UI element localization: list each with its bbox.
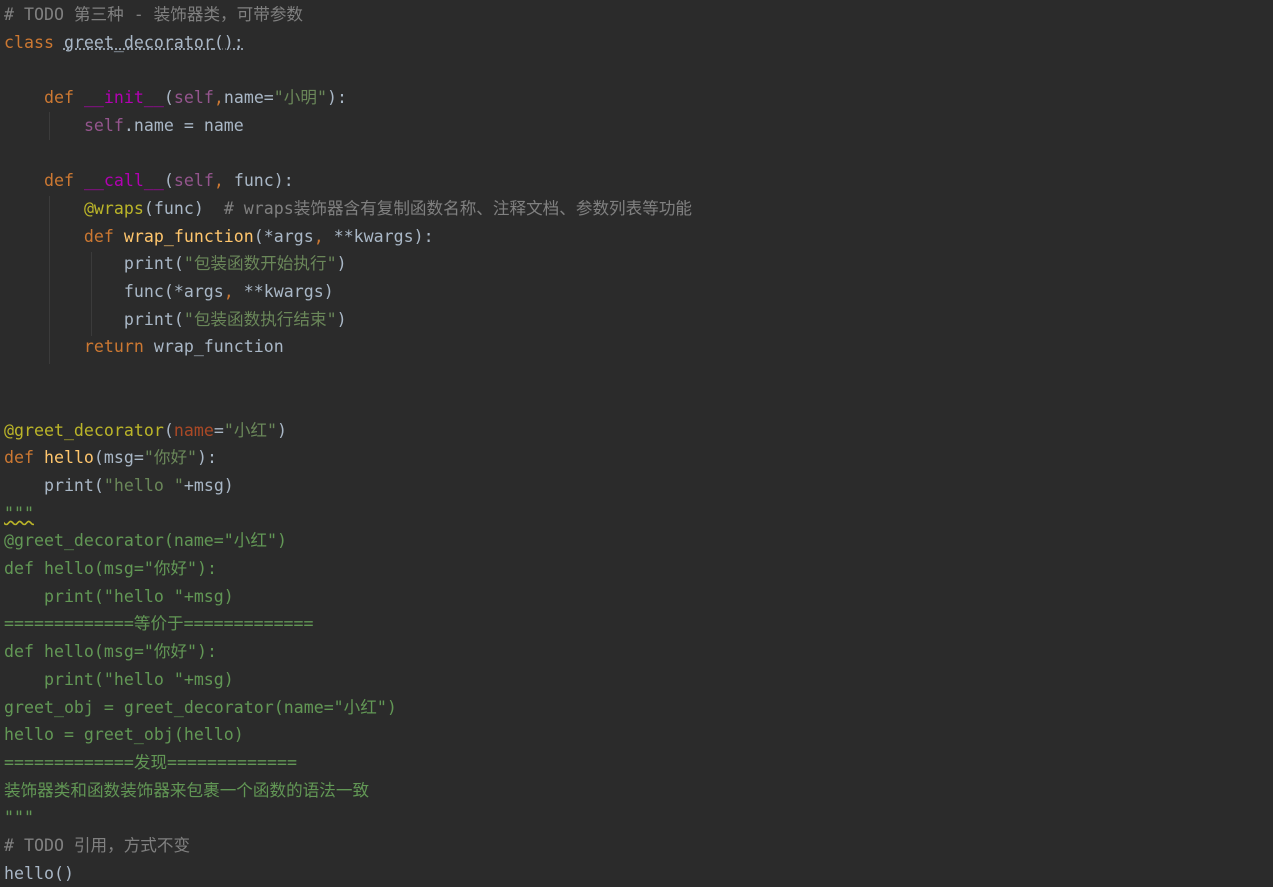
code-token: greet_decorator xyxy=(63,32,214,52)
code-token: self xyxy=(173,88,214,108)
code-token: __call__ xyxy=(83,171,164,191)
code-token: "包装函数执行结束" xyxy=(183,309,337,329)
code-token: "你好" xyxy=(143,448,198,468)
code-token: return xyxy=(4,337,154,357)
code-token: print( xyxy=(4,475,104,495)
code-token: greet_obj = greet_decorator(name="小红") xyxy=(4,697,397,717)
code-token: func): xyxy=(233,171,294,191)
code-line[interactable]: print("hello "+msg) xyxy=(4,669,234,691)
code-line[interactable]: # TODO 第三种 - 装饰器类，可带参数 xyxy=(4,4,303,26)
code-line[interactable]: hello = greet_obj(hello) xyxy=(4,724,244,746)
code-token: def xyxy=(4,448,44,468)
code-token: "hello " xyxy=(103,475,184,495)
code-token: =============发现============= xyxy=(4,752,297,772)
code-token: =============等价于============= xyxy=(4,614,314,634)
code-token: # TODO 第三种 - 装饰器类，可带参数 xyxy=(4,5,304,24)
code-line[interactable]: def wrap_function(*args, **kwargs): xyxy=(4,226,434,248)
code-token: (*args xyxy=(253,226,314,246)
code-token: func(*args xyxy=(4,282,224,301)
code-token: .name = name xyxy=(123,115,244,135)
code-line[interactable]: @greet_decorator(name="小红") xyxy=(4,420,287,442)
code-line[interactable]: """ xyxy=(4,503,34,525)
code-token: **kwargs) xyxy=(243,282,334,301)
code-line[interactable]: hello() xyxy=(4,863,74,885)
code-token: class xyxy=(4,32,64,52)
code-line[interactable]: def hello(msg="你好"): xyxy=(4,641,217,663)
code-token: def xyxy=(4,88,84,108)
code-token: , xyxy=(313,226,334,246)
code-token: __init__ xyxy=(83,88,164,108)
code-token: def xyxy=(4,171,84,191)
code-token: ) xyxy=(336,309,347,329)
code-token: hello = greet_obj(hello) xyxy=(4,725,244,745)
code-line[interactable]: # TODO 引用，方式不变 xyxy=(4,835,190,857)
code-token: print( xyxy=(4,254,184,274)
code-token: , xyxy=(213,171,234,191)
code-line[interactable]: def hello(msg="你好"): xyxy=(4,447,217,469)
code-token: self xyxy=(83,115,124,135)
code-token: @greet_decorator xyxy=(4,420,164,440)
code-token: print( xyxy=(4,309,184,329)
code-token: ( xyxy=(163,88,174,108)
code-token: name xyxy=(173,420,214,440)
code-token: # TODO 引用，方式不变 xyxy=(4,836,191,855)
code-token: hello() xyxy=(4,863,74,883)
code-token: print("hello "+msg) xyxy=(4,586,234,606)
code-token: , xyxy=(213,88,224,108)
code-token: "包装函数开始执行" xyxy=(183,254,337,274)
code-line[interactable]: def hello(msg="你好"): xyxy=(4,558,217,580)
code-token: @wraps xyxy=(83,198,144,218)
code-line[interactable]: @wraps(func) # wraps装饰器含有复制函数名称、注释文档、参数列… xyxy=(4,198,692,220)
code-token: = xyxy=(213,420,224,440)
code-token: "小红" xyxy=(223,420,277,440)
code-token: ) xyxy=(277,420,287,440)
code-token: **kwargs): xyxy=(333,226,434,246)
code-line[interactable]: print("hello "+msg) xyxy=(4,586,234,608)
code-token: def hello(msg="你好"): xyxy=(4,642,218,662)
code-line[interactable]: def __call__(self, func): xyxy=(4,170,294,192)
code-line[interactable]: def __init__(self,name="小明"): xyxy=(4,87,347,109)
code-token: def hello(msg="你好"): xyxy=(4,559,218,578)
code-token: @greet_decorator(name="小红") xyxy=(4,531,287,551)
code-token: wrap_function xyxy=(153,337,284,357)
code-token: name= xyxy=(223,88,274,108)
code-token: def xyxy=(4,226,124,246)
code-editor[interactable]: # TODO 第三种 - 装饰器类，可带参数 class greet_decora… xyxy=(0,0,1273,887)
code-line[interactable]: func(*args, **kwargs) xyxy=(4,281,334,303)
code-token: "小明" xyxy=(273,88,327,108)
code-line[interactable]: """ xyxy=(4,807,34,829)
code-token: +msg) xyxy=(183,475,234,495)
code-line[interactable]: greet_obj = greet_decorator(name="小红") xyxy=(4,697,397,719)
code-line[interactable]: self.name = name xyxy=(4,115,244,137)
code-line[interactable]: print("包装函数执行结束") xyxy=(4,309,347,331)
code-token: self xyxy=(173,171,214,191)
code-token: (): xyxy=(213,32,244,52)
code-token: # wraps装饰器含有复制函数名称、注释文档、参数列表等功能 xyxy=(223,198,693,218)
code-token: 装饰器类和函数装饰器来包裹一个函数的语法一致 xyxy=(4,780,370,800)
code-line[interactable]: @greet_decorator(name="小红") xyxy=(4,530,287,552)
code-token: ( xyxy=(163,420,174,440)
code-token: ): xyxy=(197,448,218,468)
code-line[interactable]: return wrap_function xyxy=(4,336,284,358)
code-token: ( xyxy=(163,171,174,191)
code-line[interactable]: =============等价于============= xyxy=(4,613,314,635)
code-line[interactable]: print("包装函数开始执行") xyxy=(4,253,347,275)
code-token: wrap_function xyxy=(123,226,254,246)
code-token: , xyxy=(223,282,244,301)
code-token: print("hello "+msg) xyxy=(4,669,234,689)
code-token: """ xyxy=(4,808,34,828)
code-token: (msg= xyxy=(93,448,144,468)
code-line[interactable]: class greet_decorator(): xyxy=(4,32,244,54)
code-token: (func) xyxy=(143,198,224,218)
code-token: ): xyxy=(326,88,347,108)
code-line[interactable]: =============发现============= xyxy=(4,752,297,774)
code-token: ) xyxy=(336,254,347,274)
code-line[interactable]: print("hello "+msg) xyxy=(4,475,234,497)
code-token: hello xyxy=(43,448,94,468)
code-line[interactable]: 装饰器类和函数装饰器来包裹一个函数的语法一致 xyxy=(4,780,369,802)
code-token: """ xyxy=(4,503,34,523)
